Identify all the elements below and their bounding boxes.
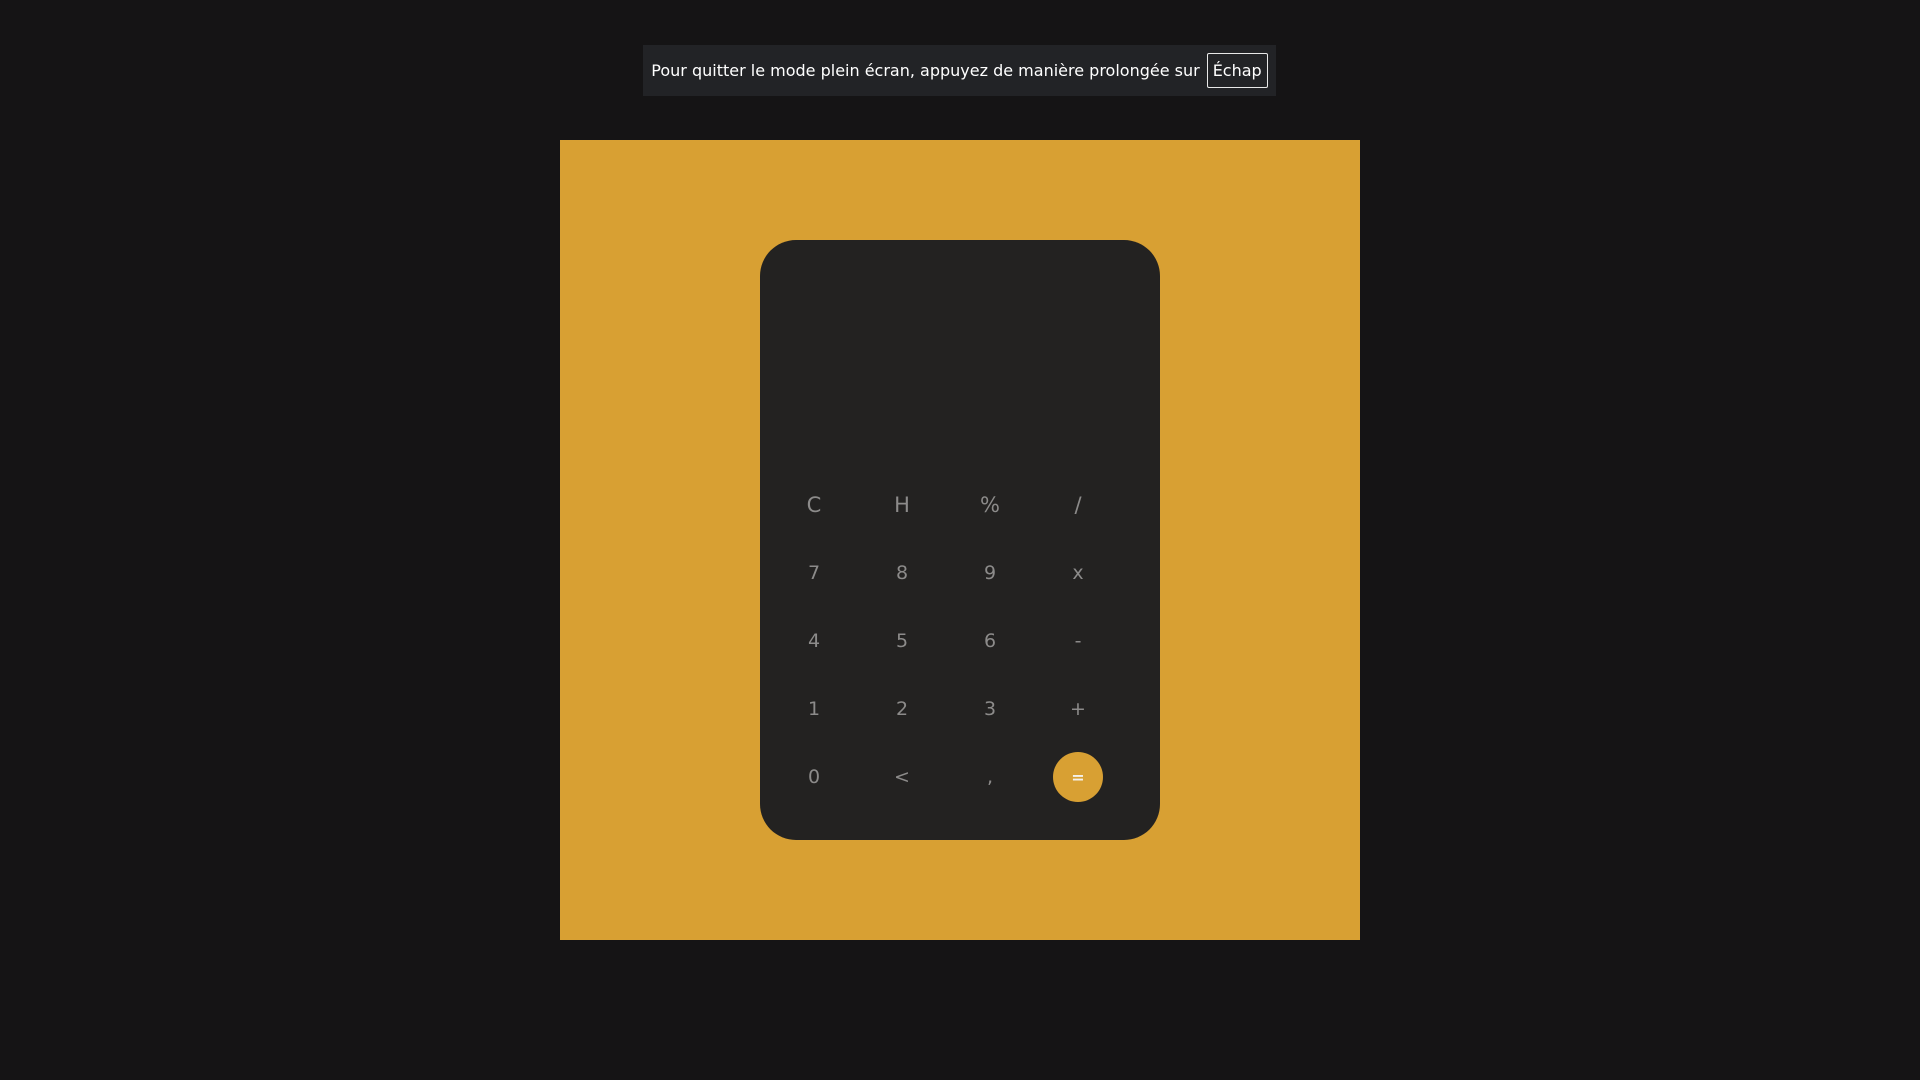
subtract-button[interactable]: - — [1034, 607, 1122, 675]
fullscreen-exit-message: Pour quitter le mode plein écran, appuye… — [651, 61, 1200, 80]
backspace-button[interactable]: < — [858, 743, 946, 811]
add-button[interactable]: + — [1034, 675, 1122, 743]
clear-button[interactable]: C — [770, 471, 858, 539]
percent-button[interactable]: % — [946, 471, 1034, 539]
history-button[interactable]: H — [858, 471, 946, 539]
digit-9-button[interactable]: 9 — [946, 539, 1034, 607]
equals-label: = — [1053, 752, 1103, 802]
digit-7-button[interactable]: 7 — [770, 539, 858, 607]
fullscreen-exit-notice: Pour quitter le mode plein écran, appuye… — [643, 45, 1276, 96]
multiply-button[interactable]: x — [1034, 539, 1122, 607]
decimal-button[interactable]: , — [946, 743, 1034, 811]
keypad: C H % / 7 8 9 x 4 5 6 - 1 2 3 + 0 < , = — [770, 471, 1122, 811]
digit-8-button[interactable]: 8 — [858, 539, 946, 607]
digit-5-button[interactable]: 5 — [858, 607, 946, 675]
digit-4-button[interactable]: 4 — [770, 607, 858, 675]
calculator-display — [780, 260, 1140, 460]
equals-button[interactable]: = — [1034, 743, 1122, 811]
digit-6-button[interactable]: 6 — [946, 607, 1034, 675]
app-background: C H % / 7 8 9 x 4 5 6 - 1 2 3 + 0 < , = — [560, 140, 1360, 940]
digit-3-button[interactable]: 3 — [946, 675, 1034, 743]
escape-key-hint: Échap — [1206, 53, 1268, 88]
digit-2-button[interactable]: 2 — [858, 675, 946, 743]
digit-1-button[interactable]: 1 — [770, 675, 858, 743]
calculator: C H % / 7 8 9 x 4 5 6 - 1 2 3 + 0 < , = — [760, 240, 1160, 840]
divide-button[interactable]: / — [1034, 471, 1122, 539]
digit-0-button[interactable]: 0 — [770, 743, 858, 811]
